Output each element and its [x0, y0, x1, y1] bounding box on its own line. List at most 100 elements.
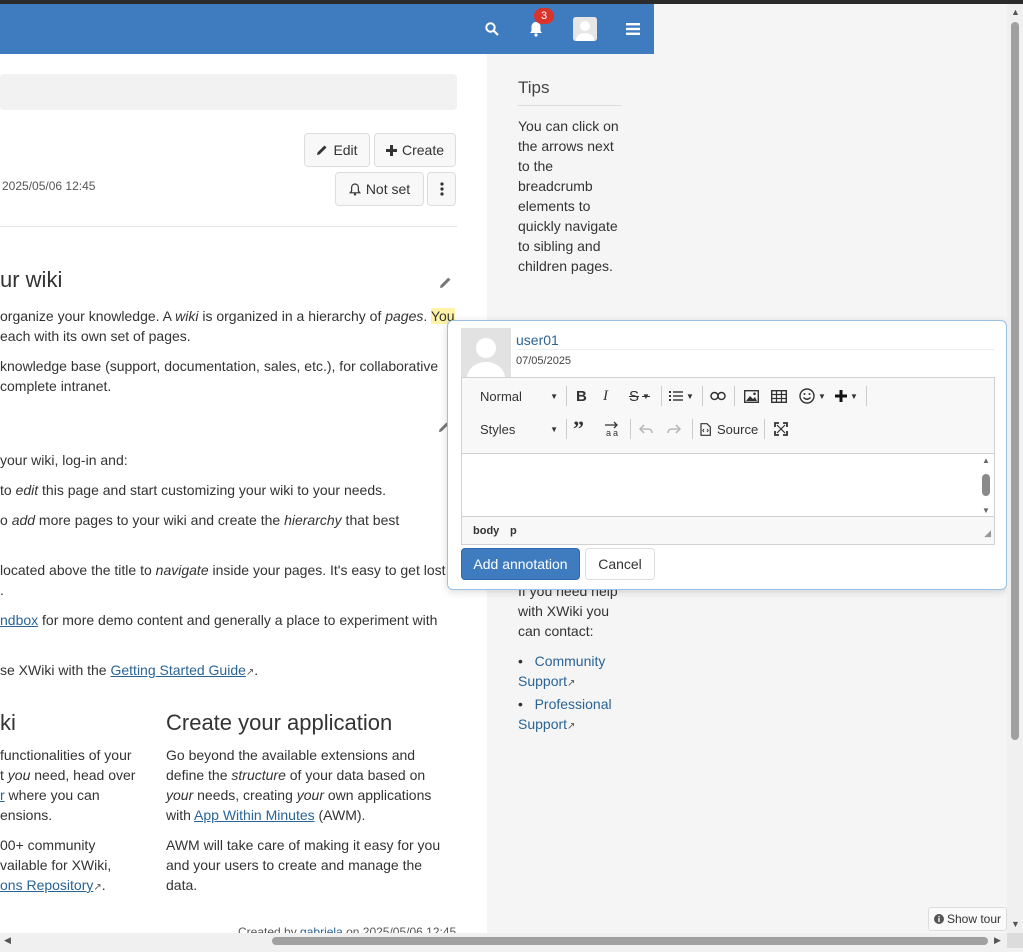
annotation-text-input[interactable]: ▲ ▼ — [462, 453, 994, 517]
intro-line-1: organize your knowledge. A wiki is organ… — [0, 308, 455, 324]
text: to — [0, 482, 16, 498]
format-select[interactable]: Normal ▼ — [480, 385, 558, 407]
watch-button[interactable]: Not set — [335, 172, 424, 206]
bullet-navigate-end: . — [0, 582, 4, 598]
resize-handle-icon[interactable]: ◢ — [984, 528, 991, 539]
list-icon[interactable]: ▼ — [669, 385, 694, 407]
external-link-icon: ↗ — [93, 882, 102, 893]
source-icon — [700, 422, 711, 436]
text: of your data based on — [285, 767, 426, 783]
toolbar-row-1: Normal ▼ B I S ▼ ▼ ▼ ▼ — [462, 380, 994, 410]
tips-title: Tips — [518, 78, 550, 97]
rich-text-editor: Normal ▼ B I S ▼ ▼ ▼ ▼ Styles ▼ ” a a So… — [461, 377, 995, 545]
scroll-left-icon[interactable]: ◀ — [4, 935, 11, 946]
bullet-add: o add more pages to your wiki and create… — [0, 512, 399, 528]
styles-select[interactable]: Styles ▼ — [480, 418, 558, 440]
blockquote-icon[interactable]: ” — [573, 416, 584, 441]
toolbar-separator — [866, 386, 867, 406]
avatar-icon[interactable] — [573, 17, 597, 41]
getting-started-link[interactable]: Getting Started Guide — [110, 662, 245, 678]
text: your — [296, 787, 324, 803]
text: for more demo content and generally a pl… — [38, 612, 438, 628]
source-button[interactable]: Source — [700, 418, 758, 440]
bell-outline-icon — [348, 182, 361, 196]
text: you — [7, 767, 31, 783]
editor-scrollbar[interactable]: ▲ ▼ — [980, 456, 992, 515]
text: o — [0, 512, 12, 528]
bidi-icon[interactable]: aa — [604, 418, 621, 440]
bold-icon[interactable]: B — [576, 385, 587, 407]
maximize-icon[interactable] — [774, 418, 788, 440]
text: organize your knowledge. A — [0, 308, 176, 324]
redo-icon[interactable] — [667, 418, 681, 440]
col2-line-5: AWM will take care of making it easy for… — [166, 837, 441, 853]
styles-select-value: Styles — [480, 421, 516, 437]
text: se XWiki with the — [0, 662, 111, 678]
vertical-scrollbar[interactable]: ▲ ▼ — [1007, 4, 1023, 933]
more-actions-button[interactable] — [427, 172, 456, 206]
format-select-value: Normal — [480, 388, 522, 404]
sandbox-line: ndbox for more demo content and generall… — [0, 612, 437, 628]
col2-line-6: and your users to create and manage the — [166, 857, 423, 873]
create-label: Create — [401, 142, 445, 158]
col1-title: ki — [0, 710, 16, 735]
create-button[interactable]: Create — [374, 133, 456, 167]
text: needs, creating — [193, 787, 297, 803]
sandbox-link[interactable]: ndbox — [0, 612, 38, 628]
extensions-repository-link[interactable]: ons Repository — [0, 877, 93, 893]
text: own applications — [323, 787, 432, 803]
scroll-right-icon[interactable]: ▶ — [994, 935, 1001, 946]
section-edit-icon[interactable] — [439, 276, 452, 289]
divider — [0, 226, 457, 227]
menu-icon[interactable] — [621, 17, 645, 41]
italic-icon[interactable]: I — [603, 385, 608, 407]
horizontal-scroll-thumb[interactable] — [272, 937, 988, 945]
image-icon[interactable] — [744, 385, 759, 407]
horizontal-scrollbar[interactable]: ◀ ▶ — [0, 933, 1007, 948]
text: navigate — [155, 562, 209, 578]
text: . — [254, 662, 259, 678]
community-support-link[interactable]: Community Support — [518, 653, 605, 689]
toolbar-row-2: Styles ▼ ” aa Source — [462, 413, 994, 443]
edit-button[interactable]: Edit — [304, 133, 370, 167]
col1-line-1: functionalities of your — [0, 747, 132, 763]
undo-icon[interactable] — [639, 418, 653, 440]
insert-plus-icon[interactable]: ▼ — [835, 385, 858, 407]
scroll-down-icon[interactable]: ▼ — [1011, 919, 1020, 929]
pencil-icon — [317, 145, 327, 155]
col2-line-4: with App Within Minutes (AWM). — [166, 807, 365, 823]
scroll-up-icon[interactable]: ▲ — [1011, 7, 1020, 17]
add-annotation-button[interactable]: Add annotation — [461, 548, 580, 580]
toolbar-separator — [764, 419, 765, 439]
professional-support-link[interactable]: Professional Support — [518, 696, 612, 732]
strikethrough-icon[interactable]: S ▼ — [629, 385, 650, 407]
emoji-icon[interactable]: ▼ — [799, 385, 826, 407]
page-footer: Created by gabriela on 2025/05/06 12:45 — [238, 925, 456, 933]
intro-line-3: knowledge base (support, documentation, … — [0, 358, 439, 374]
divider — [516, 349, 994, 350]
path-p[interactable]: p — [510, 525, 517, 537]
awm-link[interactable]: App Within Minutes — [194, 807, 315, 823]
path-body[interactable]: body — [473, 525, 499, 537]
col2-line-7: data. — [166, 877, 198, 893]
col1-line-4: ensions. — [0, 807, 53, 823]
tips-text: You can click on the arrows next to the … — [518, 118, 619, 274]
toolbar-separator — [734, 386, 735, 406]
show-tour-button[interactable]: Show tour — [928, 907, 1007, 931]
author-link[interactable]: gabriela — [300, 925, 343, 933]
link-icon[interactable] — [710, 385, 726, 407]
col1-line-2: t you need, head over — [0, 767, 135, 783]
source-label: Source — [717, 421, 759, 437]
text: on 2025/05/06 12:45 — [342, 925, 457, 933]
annotation-user[interactable]: user01 — [516, 332, 559, 348]
table-icon[interactable] — [771, 385, 787, 407]
text: wiki — [175, 308, 199, 324]
search-icon[interactable] — [480, 17, 504, 41]
cancel-button[interactable]: Cancel — [585, 548, 655, 580]
last-modified-date: 2025/05/06 12:45 — [2, 179, 96, 193]
text: structure — [231, 767, 286, 783]
intro-line-2: each with its own set of pages. — [0, 328, 191, 344]
caret-down-icon: ▼ — [550, 424, 558, 434]
vertical-scroll-thumb[interactable] — [1011, 22, 1019, 740]
page-viewport: 3 Edit Create 2025/05/06 12:45 Not set u… — [0, 4, 1007, 933]
